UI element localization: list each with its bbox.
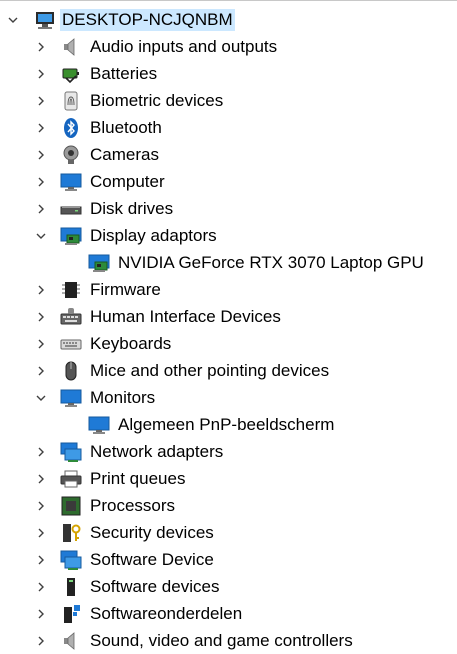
tree-node-bluetooth[interactable]: Bluetooth	[0, 114, 457, 141]
category-label: Software devices	[90, 576, 220, 596]
tree-node-batteries[interactable]: Batteries	[0, 60, 457, 87]
disk-drive-icon	[60, 198, 82, 220]
printer-icon	[60, 468, 82, 490]
tree-node-hid[interactable]: Human Interface Devices	[0, 303, 457, 330]
tree-node-keyboards[interactable]: Keyboards	[0, 330, 457, 357]
category-label: Software Device	[90, 549, 214, 569]
category-label: Bluetooth	[90, 117, 162, 137]
monitor-icon	[60, 171, 82, 193]
category-label: Batteries	[90, 63, 158, 83]
software-devices-icon	[60, 576, 82, 598]
tree-node-mice[interactable]: Mice and other pointing devices	[0, 357, 457, 384]
chevron-right-icon[interactable]	[34, 148, 48, 162]
category-label: Biometric devices	[90, 90, 224, 110]
webcam-icon	[60, 144, 82, 166]
fingerprint-icon	[60, 90, 82, 112]
category-label: Sound, video and game controllers	[90, 630, 353, 650]
tree-node-computer[interactable]: Computer	[0, 168, 457, 195]
tree-node-audio[interactable]: Audio inputs and outputs	[0, 33, 457, 60]
tree-node-sound[interactable]: Sound, video and game controllers	[0, 627, 457, 654]
tree-node-software-device[interactable]: Software Device	[0, 546, 457, 573]
category-label: Firmware	[90, 279, 161, 299]
battery-icon	[60, 63, 82, 85]
chevron-right-icon[interactable]	[34, 310, 48, 324]
tree-node-pnp-monitor[interactable]: Algemeen PnP-beeldscherm	[0, 411, 457, 438]
chip-icon	[60, 279, 82, 301]
tree-node-software-devices[interactable]: Software devices	[0, 573, 457, 600]
chevron-right-icon[interactable]	[34, 634, 48, 648]
chevron-right-icon[interactable]	[34, 175, 48, 189]
keyboard-icon	[60, 333, 82, 355]
chevron-right-icon[interactable]	[34, 202, 48, 216]
tree-node-disk-drives[interactable]: Disk drives	[0, 195, 457, 222]
chevron-right-icon[interactable]	[34, 580, 48, 594]
category-label: Disk drives	[90, 198, 174, 218]
chevron-right-icon[interactable]	[34, 283, 48, 297]
chevron-right-icon[interactable]	[34, 67, 48, 81]
speaker-icon	[60, 36, 82, 58]
category-label: Keyboards	[90, 333, 172, 353]
tree-node-firmware[interactable]: Firmware	[0, 276, 457, 303]
tree-node-network[interactable]: Network adapters	[0, 438, 457, 465]
tree-node-biometric[interactable]: Biometric devices	[0, 87, 457, 114]
software-component-icon	[60, 603, 82, 625]
category-label: Security devices	[90, 522, 214, 542]
category-label: Mice and other pointing devices	[90, 360, 330, 380]
device-label: NVIDIA GeForce RTX 3070 Laptop GPU	[118, 252, 424, 272]
category-label: Print queues	[90, 468, 186, 488]
speaker-icon	[60, 630, 82, 652]
computer-name: DESKTOP-NCJQNBM	[60, 8, 235, 31]
bluetooth-icon	[60, 117, 82, 139]
tree-node-gpu[interactable]: NVIDIA GeForce RTX 3070 Laptop GPU	[0, 249, 457, 276]
chevron-down-icon[interactable]	[34, 391, 48, 405]
device-label: Algemeen PnP-beeldscherm	[118, 414, 335, 434]
chevron-right-icon[interactable]	[34, 472, 48, 486]
chevron-right-icon[interactable]	[34, 40, 48, 54]
tree-node-security[interactable]: Security devices	[0, 519, 457, 546]
display-adapter-icon	[60, 225, 82, 247]
tree-node-processors[interactable]: Processors	[0, 492, 457, 519]
category-label: Computer	[90, 171, 165, 191]
computer-icon	[34, 9, 56, 31]
chevron-right-icon[interactable]	[34, 526, 48, 540]
monitor-icon	[88, 414, 110, 436]
chevron-down-icon[interactable]	[34, 229, 48, 243]
chevron-right-icon[interactable]	[34, 121, 48, 135]
category-label: Human Interface Devices	[90, 306, 281, 326]
chevron-right-icon[interactable]	[34, 364, 48, 378]
tree-node-computer-root[interactable]: DESKTOP-NCJQNBM	[0, 6, 457, 33]
network-icon	[60, 441, 82, 463]
chevron-right-icon[interactable]	[34, 553, 48, 567]
device-tree: DESKTOP-NCJQNBM Audio inputs and outputs…	[0, 0, 457, 653]
tree-node-cameras[interactable]: Cameras	[0, 141, 457, 168]
chevron-right-icon[interactable]	[34, 499, 48, 513]
tree-node-monitors[interactable]: Monitors	[0, 384, 457, 411]
software-device-icon	[60, 549, 82, 571]
display-adapter-icon	[88, 252, 110, 274]
tree-node-display-adaptors[interactable]: Display adaptors	[0, 222, 457, 249]
mouse-icon	[60, 360, 82, 382]
category-label: Network adapters	[90, 441, 224, 461]
category-label: Processors	[90, 495, 176, 515]
tree-node-print-queues[interactable]: Print queues	[0, 465, 457, 492]
category-label: Display adaptors	[90, 225, 217, 245]
category-label: Audio inputs and outputs	[90, 36, 278, 56]
chevron-right-icon[interactable]	[34, 337, 48, 351]
processor-icon	[60, 495, 82, 517]
tree-node-softwareonderdelen[interactable]: Softwareonderdelen	[0, 600, 457, 627]
category-label: Cameras	[90, 144, 159, 164]
monitor-icon	[60, 387, 82, 409]
security-key-icon	[60, 522, 82, 544]
category-label: Monitors	[90, 387, 156, 407]
chevron-right-icon[interactable]	[34, 607, 48, 621]
category-label: Softwareonderdelen	[90, 603, 243, 623]
chevron-down-icon[interactable]	[6, 13, 20, 27]
chevron-right-icon[interactable]	[34, 445, 48, 459]
chevron-right-icon[interactable]	[34, 94, 48, 108]
hid-icon	[60, 306, 82, 328]
